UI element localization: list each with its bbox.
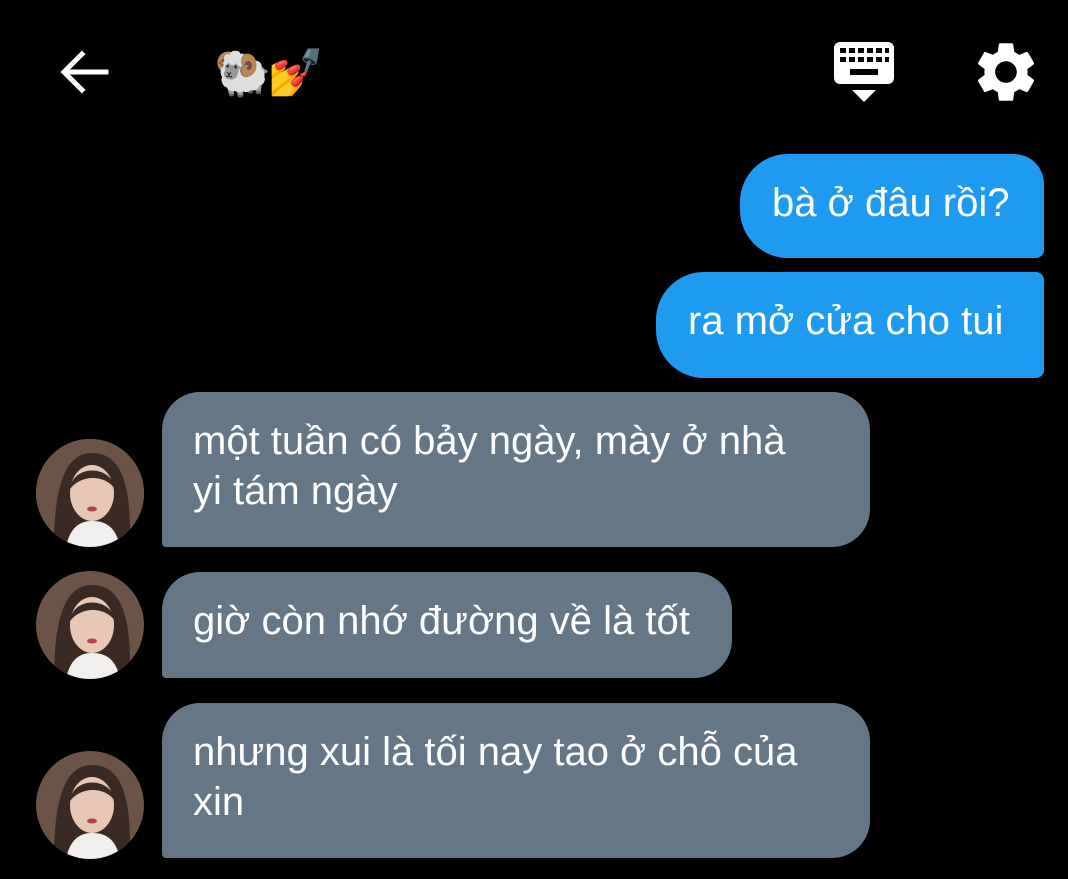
back-button[interactable] <box>52 40 116 104</box>
message-text: giờ còn nhớ đường về là tốt <box>193 599 690 643</box>
message-text-line: xin <box>193 780 245 824</box>
top-app-bar: 🐏💅 <box>0 0 1068 140</box>
settings-button[interactable] <box>970 36 1042 108</box>
back-arrow-icon <box>60 50 109 94</box>
avatar-photo-icon <box>36 439 144 547</box>
message-text-line: nhưng xui là tối nay tao ở chỗ của <box>193 730 798 774</box>
avatar-photo-icon <box>36 571 144 679</box>
message-bubble-incoming[interactable]: nhưng xui là tối nay tao ở chỗ của xin <box>162 703 870 858</box>
avatar-photo-icon <box>36 751 144 859</box>
message-text-line: một tuần có bảy ngày, mày ở nhà <box>193 419 786 463</box>
message-text-line: yi tám ngày <box>193 469 398 513</box>
message-text: ra mở cửa cho tui <box>688 299 1004 343</box>
keyboard-icon <box>834 42 894 102</box>
gear-icon <box>977 43 1035 101</box>
message-text: bà ở đâu rồi? <box>772 181 1010 225</box>
keyboard-toggle-button[interactable] <box>826 36 902 108</box>
conversation-title: 🐏💅 <box>214 45 325 99</box>
message-bubble-incoming[interactable]: một tuần có bảy ngày, mày ở nhà yi tám n… <box>162 392 870 547</box>
contact-avatar[interactable] <box>36 439 144 547</box>
message-bubble-incoming[interactable]: giờ còn nhớ đường về là tốt <box>162 572 732 678</box>
contact-avatar[interactable] <box>36 751 144 859</box>
contact-avatar[interactable] <box>36 571 144 679</box>
message-bubble-outgoing[interactable]: bà ở đâu rồi? <box>740 154 1044 258</box>
message-bubble-outgoing[interactable]: ra mở cửa cho tui <box>656 272 1044 378</box>
